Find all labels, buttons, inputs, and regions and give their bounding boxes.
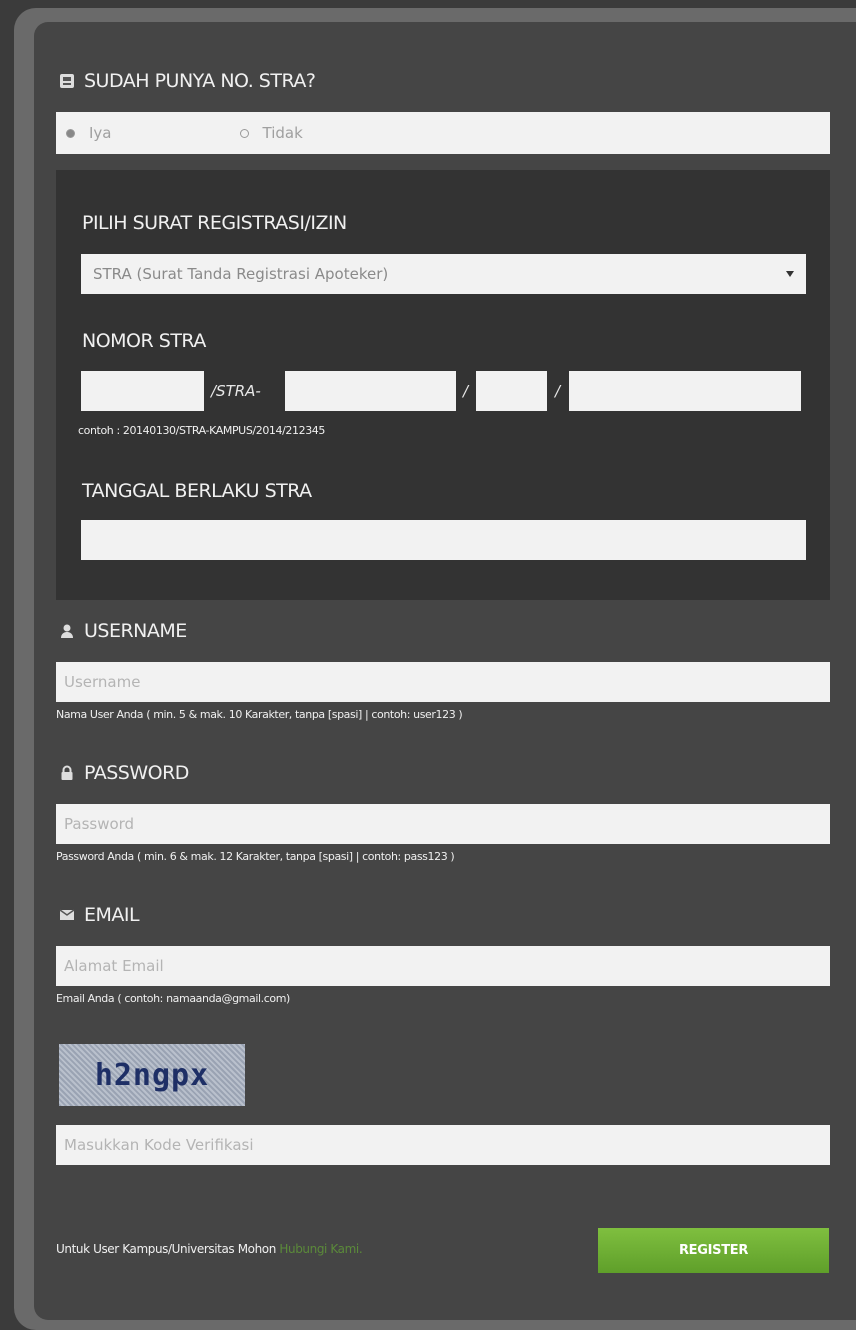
stra-number-part2[interactable] bbox=[285, 371, 456, 411]
email-label: EMAIL bbox=[84, 904, 140, 926]
select-heading: PILIH SURAT REGISTRASI/IZIN bbox=[82, 212, 347, 234]
stra-question-heading: SUDAH PUNYA NO. STRA? bbox=[58, 70, 316, 92]
password-heading: PASSWORD bbox=[58, 762, 189, 784]
lock-icon bbox=[58, 764, 76, 782]
contact-link[interactable]: Hubungi Kami. bbox=[279, 1242, 362, 1256]
username-heading: USERNAME bbox=[58, 620, 187, 642]
email-input[interactable] bbox=[56, 946, 830, 986]
username-input[interactable] bbox=[56, 662, 830, 702]
user-icon bbox=[58, 622, 76, 640]
verification-code-input[interactable] bbox=[56, 1125, 830, 1165]
stra-separator: /STRA- bbox=[211, 382, 261, 400]
email-heading: EMAIL bbox=[58, 904, 140, 926]
email-help: Email Anda ( contoh: namaanda@gmail.com) bbox=[56, 992, 290, 1005]
registration-type-value: STRA (Surat Tanda Registrasi Apoteker) bbox=[93, 265, 389, 283]
stra-radio-group: Iya Tidak bbox=[56, 112, 830, 154]
radio-tidak-label: Tidak bbox=[262, 124, 303, 142]
radio-iya-label: Iya bbox=[89, 124, 112, 142]
envelope-icon bbox=[58, 906, 76, 924]
stra-panel: PILIH SURAT REGISTRASI/IZIN STRA (Surat … bbox=[56, 170, 830, 600]
nomor-heading: NOMOR STRA bbox=[82, 330, 206, 352]
radio-iya-dot[interactable] bbox=[66, 128, 75, 138]
chevron-down-icon bbox=[786, 271, 794, 277]
username-help: Nama User Anda ( min. 5 & mak. 10 Karakt… bbox=[56, 708, 463, 721]
stra-example: contoh : 20140130/STRA-KAMPUS/2014/21234… bbox=[78, 424, 326, 437]
card-icon bbox=[58, 72, 76, 90]
stra-number-part4[interactable] bbox=[569, 371, 801, 411]
slash-separator-1: / bbox=[463, 382, 469, 400]
captcha-image: h2ngpx bbox=[59, 1044, 245, 1106]
captcha-code: h2ngpx bbox=[94, 1057, 210, 1093]
slash-separator-2: / bbox=[555, 382, 561, 400]
registration-type-select[interactable]: STRA (Surat Tanda Registrasi Apoteker) bbox=[81, 254, 806, 294]
stra-number-part3[interactable] bbox=[476, 371, 547, 411]
footer-note: Untuk User Kampus/Universitas Mohon Hubu… bbox=[56, 1242, 363, 1256]
password-input[interactable] bbox=[56, 804, 830, 844]
footer-text: Untuk User Kampus/Universitas Mohon bbox=[56, 1242, 276, 1256]
tanggal-heading: TANGGAL BERLAKU STRA bbox=[82, 480, 312, 502]
register-button[interactable]: REGISTER bbox=[598, 1228, 829, 1273]
password-label: PASSWORD bbox=[84, 762, 189, 784]
stra-question-label: SUDAH PUNYA NO. STRA? bbox=[84, 70, 316, 92]
radio-iya[interactable]: Iya bbox=[66, 124, 112, 142]
stra-number-part1[interactable] bbox=[81, 371, 204, 411]
password-help: Password Anda ( min. 6 & mak. 12 Karakte… bbox=[56, 850, 455, 863]
stra-valid-date-field[interactable] bbox=[81, 520, 806, 560]
radio-tidak-dot[interactable] bbox=[239, 128, 249, 138]
username-label: USERNAME bbox=[84, 620, 187, 642]
radio-tidak[interactable]: Tidak bbox=[239, 124, 303, 142]
